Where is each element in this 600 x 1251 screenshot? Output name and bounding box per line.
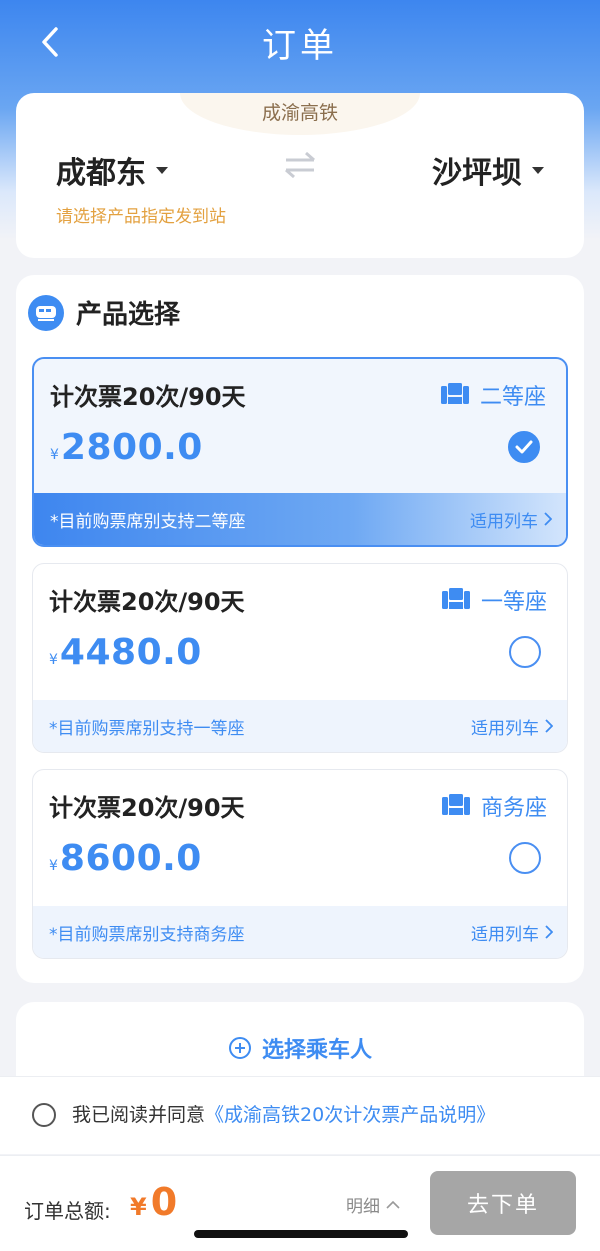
checkmark-icon xyxy=(515,440,533,454)
seat-label: 一等座 xyxy=(480,590,547,615)
product-price: ¥ 4480.0 xyxy=(49,632,202,673)
currency-symbol: ¥ xyxy=(49,858,58,874)
product-footer: *目前购票席别支持一等座 适用列车 xyxy=(33,700,567,752)
applicable-trains-link[interactable]: 适用列车 xyxy=(471,714,553,739)
top-bar: 订单 xyxy=(0,0,600,90)
seat-icon xyxy=(441,794,470,815)
section-title: 产品选择 xyxy=(76,300,181,330)
from-station-selector[interactable]: 成都东 xyxy=(56,148,168,192)
currency-symbol: ¥ xyxy=(49,652,58,668)
line-name: 成渝高铁 xyxy=(180,93,420,135)
chevron-up-icon xyxy=(386,1200,400,1209)
submit-order-button[interactable]: 去下单 xyxy=(430,1171,576,1235)
applicable-trains-link[interactable]: 适用列车 xyxy=(471,920,553,945)
home-indicator xyxy=(194,1230,408,1238)
applicable-trains-link[interactable]: 适用列车 xyxy=(470,507,552,532)
product-name: 计次票20次/90天 xyxy=(49,794,245,822)
seat-support-note: *目前购票席别支持商务座 xyxy=(49,924,245,945)
seat-support-note: *目前购票席别支持一等座 xyxy=(49,718,245,739)
product-option-first-class[interactable]: 计次票20次/90天 一等座 ¥ 4480.0 *目前购票席别支持一等座 适用列… xyxy=(32,563,568,753)
total-label: 订单总额: xyxy=(24,1199,111,1223)
product-price: ¥ 8600.0 xyxy=(49,838,202,879)
total-amount: ¥ 0 xyxy=(130,1180,177,1224)
swap-arrows-icon xyxy=(285,151,315,179)
plus-circle-icon xyxy=(228,1037,251,1059)
seat-label: 二等座 xyxy=(479,385,546,410)
applicable-trains-label: 适用列车 xyxy=(471,924,539,945)
seat-type: 商务座 xyxy=(441,790,547,822)
add-passenger-button[interactable]: 选择乘车人 xyxy=(0,1032,600,1064)
product-name: 计次票20次/90天 xyxy=(49,588,245,616)
seat-icon xyxy=(440,383,469,404)
chevron-right-icon xyxy=(545,925,553,939)
agreement-link[interactable]: 《成渝高铁20次计次票产品说明》 xyxy=(205,1104,495,1126)
seat-label: 商务座 xyxy=(480,796,547,821)
seat-icon xyxy=(441,588,470,609)
product-price: ¥ 2800.0 xyxy=(50,427,203,468)
price-value: 2800.0 xyxy=(60,427,203,468)
currency-symbol: ¥ xyxy=(50,447,59,463)
detail-toggle[interactable]: 明细 xyxy=(346,1192,400,1217)
product-option-second-class[interactable]: 计次票20次/90天 二等座 ¥ 2800.0 *目前购票席别支持二等座 适用列… xyxy=(32,357,568,547)
train-icon xyxy=(28,294,64,331)
price-value: 4480.0 xyxy=(59,632,202,673)
detail-label: 明细 xyxy=(346,1197,380,1217)
total-value: 0 xyxy=(150,1180,178,1224)
from-station-label: 成都东 xyxy=(56,156,146,191)
product-radio-checked[interactable] xyxy=(508,431,540,463)
applicable-trains-label: 适用列车 xyxy=(470,511,538,532)
total-currency: ¥ xyxy=(130,1193,147,1221)
to-station-selector[interactable]: 沙坪坝 xyxy=(432,148,544,192)
product-radio-unchecked[interactable] xyxy=(509,636,541,668)
seat-type: 二等座 xyxy=(440,379,546,411)
seat-support-note: *目前购票席别支持二等座 xyxy=(50,511,246,532)
price-value: 8600.0 xyxy=(59,838,202,879)
swap-stations-button[interactable] xyxy=(282,150,318,180)
product-option-business-class[interactable]: 计次票20次/90天 商务座 ¥ 8600.0 *目前购票席别支持商务座 适用列… xyxy=(32,769,568,959)
agreement-checkbox[interactable] xyxy=(32,1103,56,1127)
agreement-text: 我已阅读并同意《成渝高铁20次计次票产品说明》 xyxy=(72,1100,495,1127)
agreement-prefix: 我已阅读并同意 xyxy=(72,1104,206,1126)
product-footer: *目前购票席别支持二等座 适用列车 xyxy=(34,493,566,545)
to-station-label: 沙坪坝 xyxy=(432,156,522,191)
product-section-header: 产品选择 xyxy=(28,294,180,331)
applicable-trains-label: 适用列车 xyxy=(471,718,539,739)
caret-down-icon xyxy=(156,166,168,174)
chevron-right-icon xyxy=(545,719,553,733)
route-hint: 请选择产品指定发到站 xyxy=(56,207,226,227)
product-name: 计次票20次/90天 xyxy=(50,383,246,411)
chevron-right-icon xyxy=(544,512,552,526)
caret-down-icon xyxy=(532,166,544,174)
product-radio-unchecked[interactable] xyxy=(509,842,541,874)
page-title: 订单 xyxy=(262,26,338,66)
add-passenger-label: 选择乘车人 xyxy=(261,1038,372,1063)
seat-type: 一等座 xyxy=(441,584,547,616)
product-footer: *目前购票席别支持商务座 适用列车 xyxy=(33,906,567,958)
